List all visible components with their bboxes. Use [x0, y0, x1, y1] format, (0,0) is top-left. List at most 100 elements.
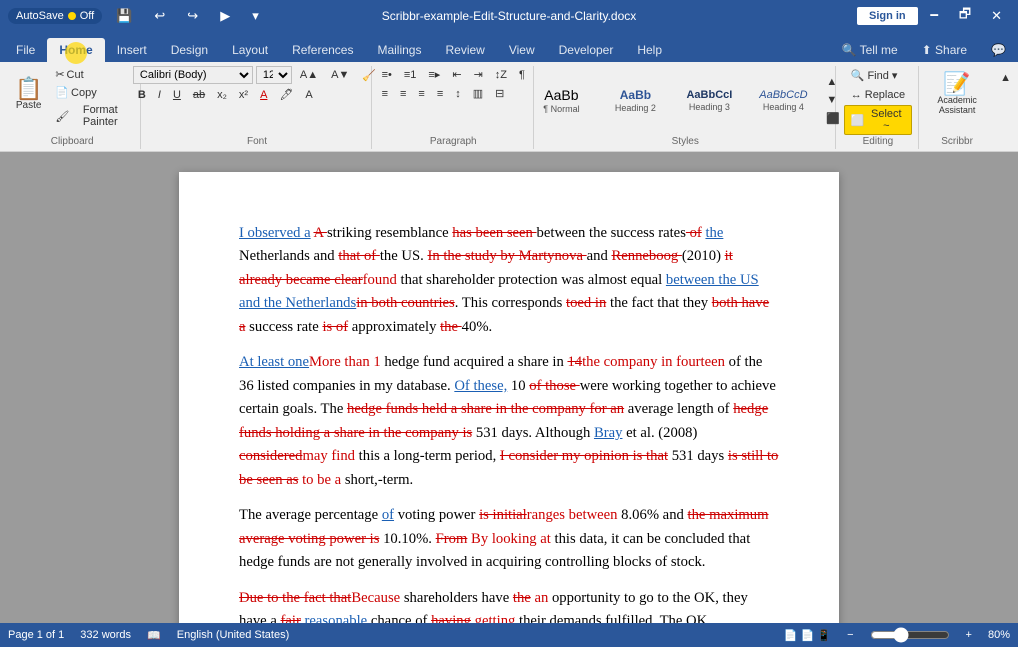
bullets-button[interactable]: ≡• — [377, 66, 397, 83]
redo-button[interactable]: ↪ — [179, 6, 206, 26]
superscript-button[interactable]: x² — [234, 87, 253, 103]
tab-file[interactable]: File — [4, 38, 47, 62]
play-button[interactable]: ▶ — [212, 6, 238, 26]
editing-label: Editing — [838, 136, 918, 147]
paragraph-4: Due to the fact thatBecause shareholders… — [239, 587, 779, 623]
paste-icon: 📋 — [15, 78, 42, 100]
autosave-dot — [68, 12, 76, 20]
tab-developer[interactable]: Developer — [547, 38, 626, 62]
select-button[interactable]: ⬜ Select ~ — [844, 105, 912, 135]
document-page[interactable]: I observed a A striking resemblance has … — [179, 172, 839, 623]
align-right-button[interactable]: ≡ — [413, 85, 429, 102]
tab-references[interactable]: References — [280, 38, 365, 62]
zoom-slider[interactable] — [870, 627, 950, 643]
clipboard-small-btns: ✂ Cut 📄 Copy 🖌 Format Painter — [50, 66, 134, 144]
clipboard-group: 📋 Paste ✂ Cut 📄 Copy 🖌 Format Painter Cl… — [4, 66, 141, 149]
format-painter-button[interactable]: 🖌 Format Painter — [50, 102, 134, 130]
increase-font-button[interactable]: A▲ — [295, 67, 323, 83]
tab-mailings[interactable]: Mailings — [365, 38, 433, 62]
ribbon-tabs: File Home Insert Design Layout Reference… — [0, 32, 1018, 62]
zoom-in-button[interactable]: + — [962, 628, 976, 642]
style-heading3[interactable]: AaBbCcI Heading 3 — [673, 75, 745, 127]
clipboard-label: Clipboard — [4, 136, 140, 147]
select-label: Select ~ — [867, 108, 905, 132]
style-heading4-label: Heading 4 — [763, 102, 804, 112]
multilevel-list-button[interactable]: ≡▸ — [423, 66, 445, 83]
replace-button[interactable]: ↔ Replace — [844, 86, 912, 104]
style-heading3-preview: AaBbCcI — [686, 89, 732, 102]
scribbr-group: 📝 AcademicAssistant Scribbr — [921, 66, 993, 149]
tab-help[interactable]: Help — [625, 38, 674, 62]
font-name-select[interactable]: Calibri (Body) — [133, 66, 253, 84]
styles-list: AaBb ¶ Normal AaBb Heading 2 AaBbCcI Hea… — [525, 73, 845, 129]
page-info: Page 1 of 1 — [8, 629, 64, 641]
align-left-button[interactable]: ≡ — [377, 85, 393, 102]
font-color-button[interactable]: A — [255, 87, 272, 103]
academic-assistant-label: AcademicAssistant — [937, 95, 977, 115]
copy-button[interactable]: 📄 Copy — [50, 84, 134, 101]
shading-button[interactable]: A — [300, 87, 317, 103]
strikethrough-button[interactable]: ab — [188, 87, 210, 103]
dropdown-button[interactable]: ▾ — [244, 6, 267, 26]
share-button[interactable]: ⬆ Share — [910, 38, 979, 62]
ribbon-collapse-button[interactable]: ▲ — [995, 70, 1016, 86]
tab-insert[interactable]: Insert — [105, 38, 159, 62]
style-normal[interactable]: AaBb ¶ Normal — [525, 75, 597, 127]
borders-button[interactable]: ⊟ — [490, 85, 509, 102]
line-spacing-button[interactable]: ↕ — [450, 85, 466, 102]
decrease-indent-button[interactable]: ⇤ — [447, 66, 466, 83]
word-count: 332 words — [80, 629, 131, 641]
font-size-select[interactable]: 12 — [256, 66, 292, 84]
status-bar: Page 1 of 1 332 words 📖 English (United … — [0, 623, 1018, 647]
undo-button[interactable]: ↩ — [146, 6, 173, 26]
document-area: I observed a A striking resemblance has … — [0, 152, 1018, 623]
status-right: 📄 📄 📱 − + 80% — [784, 627, 1010, 643]
subscript-button[interactable]: x₂ — [212, 87, 232, 103]
sort-button[interactable]: ↕Z — [490, 66, 512, 83]
minimize-button[interactable]: 🗕 — [922, 3, 947, 29]
find-button[interactable]: 🔍 Find ▾ — [844, 66, 912, 85]
underline-button[interactable]: U — [168, 87, 186, 103]
tab-design[interactable]: Design — [159, 38, 220, 62]
numbering-button[interactable]: ≡1 — [399, 66, 422, 83]
decrease-font-button[interactable]: A▼ — [326, 67, 354, 83]
style-heading4[interactable]: AaBbCcD Heading 4 — [747, 75, 819, 127]
increase-indent-button[interactable]: ⇥ — [469, 66, 488, 83]
styles-label: Styles — [536, 136, 835, 147]
tab-home[interactable]: Home — [47, 38, 104, 62]
cut-button[interactable]: ✂ Cut — [50, 66, 134, 83]
font-row2: B I U ab x₂ x² A 🖊 A — [133, 86, 318, 103]
signin-button[interactable]: Sign in — [857, 7, 918, 25]
restore-button[interactable]: 🗗 — [951, 3, 979, 29]
close-button[interactable]: ✕ — [983, 6, 1010, 26]
paste-button[interactable]: 📋 Paste — [10, 66, 47, 122]
scribbr-icon: 📝 — [943, 73, 970, 95]
style-heading2[interactable]: AaBb Heading 2 — [599, 75, 671, 127]
proofing-icon: 📖 — [147, 629, 161, 642]
tab-view[interactable]: View — [497, 38, 547, 62]
align-center-button[interactable]: ≡ — [395, 85, 411, 102]
comments-button[interactable]: 💬 — [979, 38, 1018, 62]
italic-button[interactable]: I — [153, 87, 166, 103]
zoom-out-button[interactable]: − — [843, 628, 857, 642]
ribbon: 📋 Paste ✂ Cut 📄 Copy 🖌 Format Painter Cl… — [0, 62, 1018, 152]
bold-button[interactable]: B — [133, 87, 151, 103]
tab-review[interactable]: Review — [433, 38, 496, 62]
highlight-button[interactable]: 🖊 — [274, 86, 298, 103]
tab-layout[interactable]: Layout — [220, 38, 280, 62]
tell-me-input[interactable]: 🔍 Tell me — [830, 38, 910, 62]
font-group: Calibri (Body) 12 A▲ A▼ 🧹 B I U ab x₂ x²… — [143, 66, 371, 149]
paragraph-group: ≡• ≡1 ≡▸ ⇤ ⇥ ↕Z ¶ ≡ ≡ ≡ ≡ ↕ ▥ ⊟ Paragrap… — [374, 66, 534, 149]
window-title: Scribbr-example-Edit-Structure-and-Clari… — [382, 9, 637, 23]
academic-assistant-button[interactable]: 📝 AcademicAssistant — [927, 66, 987, 122]
paragraph-label: Paragraph — [374, 136, 533, 147]
find-icon: 🔍 — [851, 69, 865, 82]
justify-button[interactable]: ≡ — [432, 85, 448, 102]
editing-group: 🔍 Find ▾ ↔ Replace ⬜ Select ~ Editing — [838, 66, 919, 149]
scribbr-label: Scribbr — [921, 136, 993, 147]
shading-para-button[interactable]: ▥ — [468, 85, 488, 102]
autosave-state: Off — [80, 10, 94, 22]
save-button[interactable]: 💾 — [108, 6, 140, 26]
title-left: AutoSave Off 💾 ↩ ↪ ▶ ▾ — [8, 6, 267, 26]
styles-group: AaBb ¶ Normal AaBb Heading 2 AaBbCcI Hea… — [536, 66, 836, 149]
